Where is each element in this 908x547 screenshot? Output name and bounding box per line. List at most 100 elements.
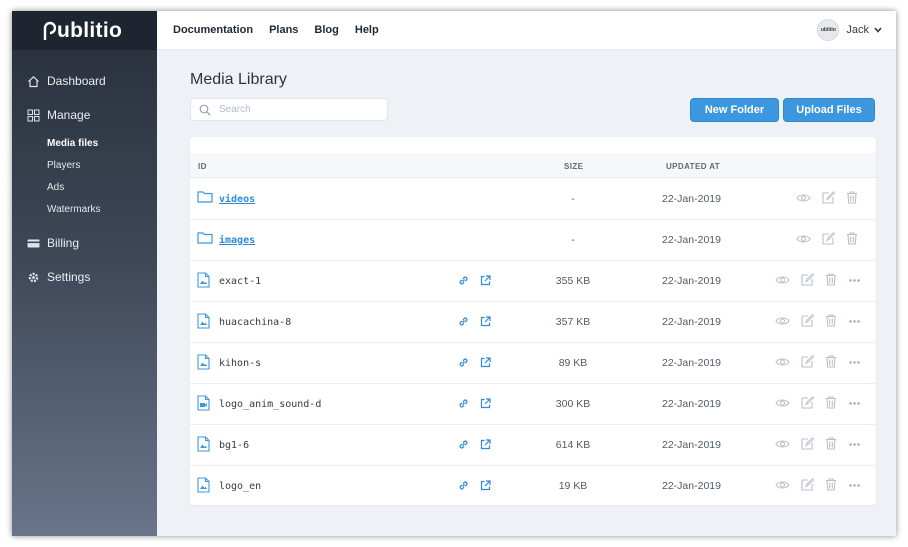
nav-link-documentation[interactable]: Documentation [173,24,253,36]
file-name[interactable]: bg1-6 [219,440,249,451]
table-row[interactable]: logo_anim_sound-d 300 KB 22-Jan-2019 [190,384,876,425]
table-row[interactable]: images - 22-Jan-2019 [190,220,876,261]
view-icon[interactable] [775,356,790,368]
more-options-icon[interactable] [849,402,860,405]
folder-name-link[interactable]: videos [219,194,255,205]
sidebar-subitem-media-files[interactable]: Media files [12,132,157,154]
more-options-icon[interactable] [849,443,860,446]
edit-icon[interactable] [801,396,814,409]
edit-icon[interactable] [801,437,814,450]
table-row[interactable]: videos - 22-Jan-2019 [190,179,876,220]
more-options-icon[interactable] [849,361,860,364]
sidebar-subitem-players[interactable]: Players [12,154,157,176]
image-file-icon [197,313,210,329]
gear-icon [26,270,40,284]
view-icon[interactable] [796,192,811,204]
upload-files-button[interactable]: Upload Files [783,98,875,122]
nav-link-help[interactable]: Help [355,24,379,36]
table-row[interactable]: huacachina-8 357 KB 22-Jan-2019 [190,302,876,343]
media-table: ID SIZE UPDATED AT videos - 22-Jan-2019 … [190,137,876,505]
updated-date: 22-Jan-2019 [662,193,721,205]
view-icon[interactable] [775,397,790,409]
updated-date: 22-Jan-2019 [662,480,721,492]
page-title: Media Library [190,71,287,88]
file-size: 614 KB [555,439,591,451]
table-row[interactable]: bg1-6 614 KB 22-Jan-2019 [190,425,876,466]
table-row[interactable]: kihon-s 89 KB 22-Jan-2019 [190,343,876,384]
nav-link-blog[interactable]: Blog [314,24,338,36]
trash-icon[interactable] [825,396,837,409]
manage-subnav: Media files Players Ads Watermarks [12,132,157,220]
view-icon[interactable] [796,233,811,245]
file-size: - [571,193,575,205]
open-external-icon[interactable] [480,275,491,286]
view-icon[interactable] [775,479,790,491]
copy-link-icon[interactable] [458,316,469,327]
trash-icon[interactable] [825,355,837,368]
user-menu[interactable]: ublitio Jack [817,19,882,41]
grid-icon [26,108,40,122]
new-folder-button[interactable]: New Folder [690,98,779,122]
copy-link-icon[interactable] [458,398,469,409]
column-header-updated: UPDATED AT [666,162,721,171]
chevron-down-icon [874,27,882,33]
copy-link-icon[interactable] [458,480,469,491]
video-file-icon [197,395,210,411]
column-header-size: SIZE [564,162,584,171]
file-name[interactable]: logo_anim_sound-d [219,399,321,410]
copy-link-icon[interactable] [458,275,469,286]
edit-icon[interactable] [801,355,814,368]
credit-card-icon [26,236,40,250]
copy-link-icon[interactable] [458,439,469,450]
trash-icon[interactable] [846,191,858,204]
edit-icon[interactable] [801,478,814,491]
file-name[interactable]: logo_en [219,481,261,492]
trash-icon[interactable] [825,437,837,450]
file-name[interactable]: exact-1 [219,276,261,287]
table-row[interactable]: exact-1 355 KB 22-Jan-2019 [190,261,876,302]
view-icon[interactable] [775,274,790,286]
more-options-icon[interactable] [849,279,860,282]
top-nav: Documentation Plans Blog Help [173,24,395,36]
copy-link-icon[interactable] [458,357,469,368]
sidebar-item-label: Settings [47,270,91,284]
trash-icon[interactable] [825,478,837,491]
view-icon[interactable] [775,438,790,450]
sidebar-item-dashboard[interactable]: Dashboard [12,64,157,98]
open-external-icon[interactable] [480,357,491,368]
sidebar-item-settings[interactable]: Settings [12,260,157,294]
edit-icon[interactable] [801,314,814,327]
trash-icon[interactable] [825,314,837,327]
open-external-icon[interactable] [480,316,491,327]
file-size: 89 KB [558,357,588,369]
more-options-icon[interactable] [849,320,860,323]
view-icon[interactable] [775,315,790,327]
publitio-logo-mark [43,21,56,40]
open-external-icon[interactable] [480,439,491,450]
search-input[interactable] [219,104,379,115]
open-external-icon[interactable] [480,398,491,409]
edit-icon[interactable] [822,232,835,245]
folder-name-link[interactable]: images [219,235,255,246]
logo[interactable]: ublitio [12,11,157,50]
sidebar-item-billing[interactable]: Billing [12,226,157,260]
trash-icon[interactable] [846,232,858,245]
file-size: 355 KB [555,275,591,287]
open-external-icon[interactable] [480,480,491,491]
table-row[interactable]: logo_en 19 KB 22-Jan-2019 [190,466,876,507]
trash-icon[interactable] [825,273,837,286]
more-options-icon[interactable] [849,484,860,487]
nav-link-plans[interactable]: Plans [269,24,298,36]
file-name[interactable]: kihon-s [219,358,261,369]
edit-icon[interactable] [822,191,835,204]
top-bar: Documentation Plans Blog Help ublitio Ja… [157,11,896,50]
sidebar-subitem-ads[interactable]: Ads [12,176,157,198]
logo-text: ublitio [57,18,123,42]
sidebar-subitem-watermarks[interactable]: Watermarks [12,198,157,220]
file-size: 300 KB [555,398,591,410]
edit-icon[interactable] [801,273,814,286]
file-name[interactable]: huacachina-8 [219,317,291,328]
sidebar-item-manage[interactable]: Manage [12,98,157,132]
file-size: 357 KB [555,316,591,328]
updated-date: 22-Jan-2019 [662,275,721,287]
